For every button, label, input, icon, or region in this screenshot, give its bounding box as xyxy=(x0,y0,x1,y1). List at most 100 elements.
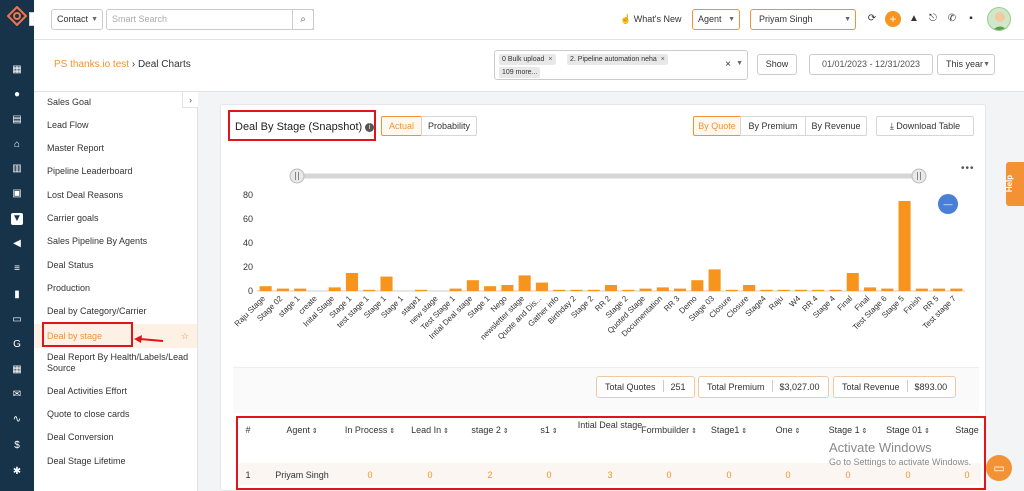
bar xyxy=(863,287,877,291)
documents-icon[interactable]: ▤ xyxy=(11,114,23,126)
contacts-icon[interactable]: ● xyxy=(11,89,23,101)
bar xyxy=(604,285,618,291)
chat-icon[interactable]: ▭ xyxy=(986,455,1012,481)
download-table-button[interactable]: ⤓ Download Table xyxy=(876,116,974,136)
bar xyxy=(656,287,669,291)
date-range-input[interactable]: 01/01/2023 - 12/31/2023 xyxy=(809,54,933,75)
bar xyxy=(466,280,479,291)
nav-item-deal-by-category-carrier[interactable]: Deal by Category/Carrier xyxy=(34,306,197,317)
bar xyxy=(363,289,376,291)
refresh-icon[interactable]: ⟳ xyxy=(866,13,878,25)
nav-item-production[interactable]: Production xyxy=(34,283,197,294)
range-slider-handle[interactable] xyxy=(911,168,927,184)
pipeline-multiselect[interactable]: 0 Bulk upload × 2. Pipeline automation ne… xyxy=(494,50,748,80)
phone-icon[interactable]: ✆ xyxy=(946,13,958,25)
nav-item-deal-report-by-health[interactable]: Deal Report By Health/Labels/Lead Source xyxy=(34,352,194,374)
nav-item-deal-conversion[interactable]: Deal Conversion xyxy=(34,432,197,443)
bar xyxy=(777,289,790,291)
message-icon[interactable]: ▪ xyxy=(965,13,977,25)
show-button[interactable]: Show xyxy=(757,54,797,75)
search-placeholder: Smart Search xyxy=(112,14,168,24)
nav-item-lost-deal-reasons[interactable]: Lost Deal Reasons xyxy=(34,190,197,201)
tag-label: 109 more... xyxy=(502,69,538,76)
total-revenue-badge: Total Revenue $893.00 xyxy=(833,376,957,398)
avatar[interactable] xyxy=(987,7,1011,31)
by-quote-button[interactable]: By Quote xyxy=(693,116,741,136)
nav-item-deal-activities-effort[interactable]: Deal Activities Effort xyxy=(34,386,197,397)
mail-icon[interactable]: ✉ xyxy=(11,389,23,401)
by-revenue-button[interactable]: By Revenue xyxy=(805,116,867,136)
bell-icon[interactable]: ▲ xyxy=(908,13,920,25)
nav-item-sales-pipeline-by-agents[interactable]: Sales Pipeline By Agents xyxy=(34,236,197,247)
nav-item-quote-to-close-cards[interactable]: Quote to close cards xyxy=(34,409,197,420)
total-quotes-badge: Total Quotes 251 xyxy=(596,376,695,398)
tag-label: 0 Bulk upload xyxy=(502,56,545,63)
total-premium-label: Total Premium xyxy=(707,382,765,392)
settings-icon[interactable]: ✱ xyxy=(11,466,23,478)
breadcrumb-link[interactable]: PS thanks.io test xyxy=(54,59,129,70)
nav-item-master-report[interactable]: Master Report xyxy=(34,143,197,154)
by-premium-button[interactable]: By Premium xyxy=(740,116,806,136)
total-revenue-label: Total Revenue xyxy=(842,382,900,392)
whats-new-link[interactable]: ☝ What's New xyxy=(620,14,681,25)
chevron-down-icon: ▼ xyxy=(844,16,851,23)
nav-item-deal-status[interactable]: Deal Status xyxy=(34,260,197,271)
add-icon[interactable]: + xyxy=(885,11,901,27)
role-select[interactable]: Agent ▼ xyxy=(692,9,740,30)
total-premium-value: $3,027.00 xyxy=(779,382,820,392)
folder-icon[interactable]: ▭ xyxy=(11,314,23,326)
contact-type-select[interactable]: Contact ▼ xyxy=(51,9,103,30)
list-icon[interactable]: ≡ xyxy=(11,263,23,275)
star-icon[interactable]: ☆ xyxy=(181,324,189,348)
search-icon[interactable]: ⌕ xyxy=(292,9,314,30)
totals-bar: Total Quotes 251 Total Premium $3,027.00 T… xyxy=(233,367,979,413)
avatar-person-icon xyxy=(992,12,1008,30)
google-icon[interactable]: G xyxy=(11,339,23,351)
report-nav: › Sales Goal Lead Flow Master Report Pip… xyxy=(34,92,198,491)
toggle-probability[interactable]: Probability xyxy=(421,116,477,136)
bar xyxy=(639,288,652,291)
bar xyxy=(829,289,842,291)
nav-item-deal-stage-lifetime[interactable]: Deal Stage Lifetime xyxy=(34,456,197,467)
range-slider-handle[interactable] xyxy=(289,168,305,184)
calendar-icon[interactable]: ▦ xyxy=(11,364,23,376)
calculator-icon[interactable]: ▥ xyxy=(11,163,23,175)
sign-out-icon[interactable]: ⎋ xyxy=(927,13,939,25)
chevron-down-icon[interactable]: ▼ xyxy=(736,60,743,67)
chevron-down-icon: ▼ xyxy=(983,61,990,68)
remove-tag-icon[interactable]: × xyxy=(661,56,665,63)
bar xyxy=(259,286,272,291)
more-options-icon[interactable]: ••• xyxy=(961,163,975,174)
download-label: Download Table xyxy=(896,121,961,131)
chevron-down-icon: ▼ xyxy=(91,16,98,23)
y-tick-label: 0 xyxy=(248,286,253,296)
signature-icon[interactable]: ∿ xyxy=(11,414,23,426)
app-logo[interactable] xyxy=(7,6,27,26)
nav-item-pipeline-leaderboard[interactable]: Pipeline Leaderboard xyxy=(34,166,197,177)
dashboard-icon[interactable]: ▦ xyxy=(11,64,23,76)
chart-menu-icon[interactable]: — xyxy=(938,194,958,214)
help-tab[interactable]: Help xyxy=(1005,162,1024,206)
period-select[interactable]: This year ▼ xyxy=(937,54,995,75)
remove-tag-icon[interactable]: × xyxy=(548,56,552,63)
user-name: Priyam Singh xyxy=(759,14,813,24)
filter-icon[interactable]: ▼ xyxy=(11,213,23,225)
nav-item-carrier-goals[interactable]: Carrier goals xyxy=(34,213,197,224)
bank-icon[interactable]: ⌂ xyxy=(11,139,23,151)
app-rail: ▦ ● ▤ ⌂ ▥ ▣ ▼ ◀ ≡ ▮ ▭ G ▦ ✉ ∿ $ ✱ xyxy=(0,0,34,491)
nav-item-sales-goal[interactable]: Sales Goal xyxy=(34,97,197,108)
total-quotes-label: Total Quotes xyxy=(605,382,656,392)
bar xyxy=(276,288,289,291)
megaphone-icon[interactable]: ◀ xyxy=(11,238,23,250)
role-label: Agent xyxy=(698,14,722,24)
nav-item-lead-flow[interactable]: Lead Flow xyxy=(34,120,197,131)
bar xyxy=(484,286,497,291)
dollar-icon[interactable]: $ xyxy=(11,440,23,452)
id-card-icon[interactable]: ▣ xyxy=(11,188,23,200)
clear-icon[interactable]: × xyxy=(725,59,731,70)
user-select[interactable]: Priyam Singh ▼ xyxy=(750,9,856,30)
bar-chart-icon[interactable]: ▮ xyxy=(11,289,23,301)
bar xyxy=(933,288,946,291)
toggle-actual[interactable]: Actual xyxy=(381,116,422,136)
smart-search-input[interactable]: Smart Search xyxy=(106,9,314,30)
